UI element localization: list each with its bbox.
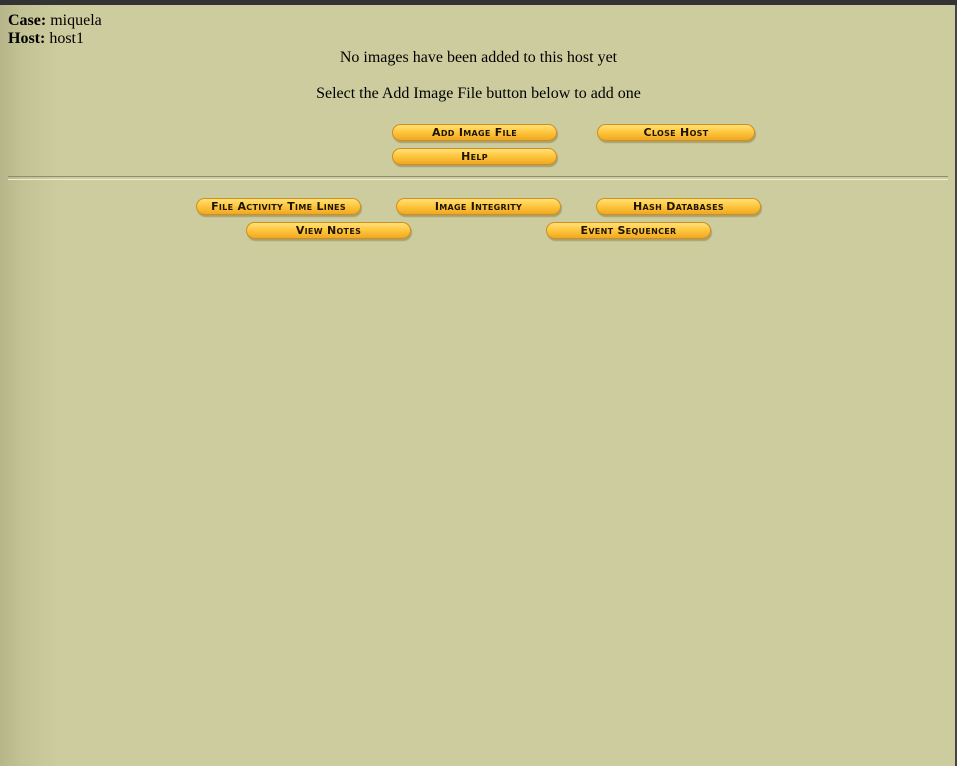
case-value: miquela — [50, 12, 102, 29]
view-notes-button[interactable]: View Notes — [246, 222, 411, 239]
file-activity-time-lines-button[interactable]: File Activity Time Lines — [196, 198, 361, 215]
section-divider — [8, 176, 948, 180]
help-button[interactable]: Help — [392, 148, 557, 165]
host-value: host1 — [49, 30, 84, 47]
no-images-message: No images have been added to this host y… — [339, 49, 618, 66]
host-line: Host: host1 — [8, 30, 102, 48]
hash-databases-button[interactable]: Hash Databases — [596, 198, 761, 215]
case-host-info: Case: miquela Host: host1 — [8, 12, 102, 48]
case-line: Case: miquela — [8, 12, 102, 30]
event-sequencer-button[interactable]: Event Sequencer — [546, 222, 711, 239]
close-host-button[interactable]: Close Host — [597, 124, 755, 141]
left-shade — [0, 5, 60, 766]
top-bar — [0, 0, 957, 5]
case-label: Case: — [8, 12, 47, 29]
image-integrity-button[interactable]: Image Integrity — [396, 198, 561, 215]
host-label: Host: — [8, 30, 46, 47]
add-image-file-button[interactable]: Add Image File — [392, 124, 557, 141]
instruction-message: Select the Add Image File button below t… — [316, 85, 641, 102]
